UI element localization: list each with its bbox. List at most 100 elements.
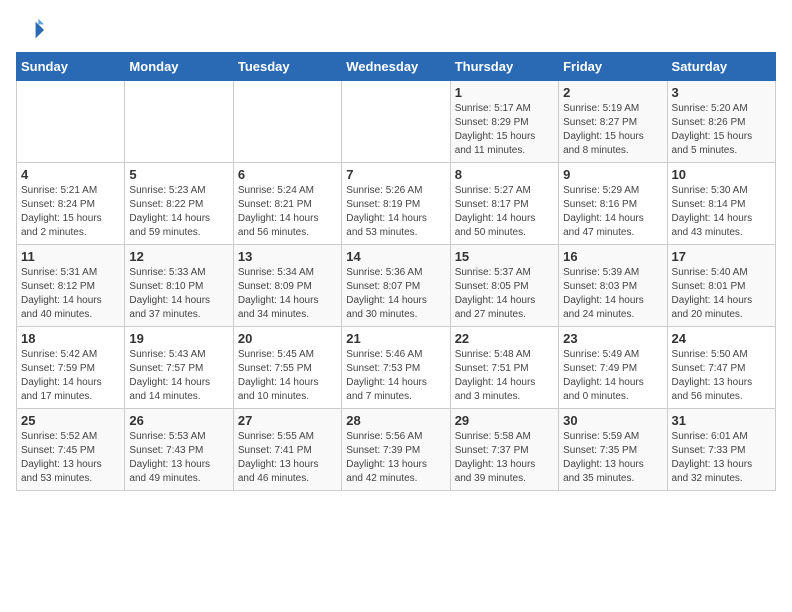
calendar-cell: 12 Sunrise: 5:33 AM Sunset: 8:10 PM Dayli… bbox=[125, 245, 233, 327]
calendar-cell: 28 Sunrise: 5:56 AM Sunset: 7:39 PM Dayli… bbox=[342, 409, 450, 491]
logo bbox=[16, 16, 48, 44]
calendar-cell: 30Sunrise: 5:59 AM Sunset: 7:35 PM Dayli… bbox=[559, 409, 667, 491]
day-number: 10 bbox=[672, 167, 771, 182]
calendar-cell: 2Sunrise: 5:19 AM Sunset: 8:27 PM Daylig… bbox=[559, 81, 667, 163]
day-number: 14 bbox=[346, 249, 445, 264]
day-info: Sunrise: 5:20 AM Sunset: 8:26 PM Dayligh… bbox=[672, 102, 771, 158]
day-info: Sunrise: 5:43 AM Sunset: 7:57 PM Dayligh… bbox=[129, 348, 228, 404]
calendar-cell: 20 Sunrise: 5:45 AM Sunset: 7:55 PM Dayli… bbox=[233, 327, 341, 409]
calendar-cell: 1 Sunrise: 5:17 AM Sunset: 8:29 PM Daylig… bbox=[450, 81, 558, 163]
day-number: 9 bbox=[563, 167, 662, 182]
day-number: 3 bbox=[672, 85, 771, 100]
calendar-cell: 25Sunrise: 5:52 AM Sunset: 7:45 PM Dayli… bbox=[17, 409, 125, 491]
calendar-cell: 15Sunrise: 5:37 AM Sunset: 8:05 PM Dayli… bbox=[450, 245, 558, 327]
day-info: Sunrise: 5:17 AM Sunset: 8:29 PM Dayligh… bbox=[455, 102, 554, 158]
day-number: 1 bbox=[455, 85, 554, 100]
day-info: Sunrise: 5:49 AM Sunset: 7:49 PM Dayligh… bbox=[563, 348, 662, 404]
day-number: 20 bbox=[238, 331, 337, 346]
calendar-cell: 7 Sunrise: 5:26 AM Sunset: 8:19 PM Daylig… bbox=[342, 163, 450, 245]
day-info: Sunrise: 5:23 AM Sunset: 8:22 PM Dayligh… bbox=[129, 184, 228, 240]
calendar-cell: 5 Sunrise: 5:23 AM Sunset: 8:22 PM Daylig… bbox=[125, 163, 233, 245]
calendar-week-row: 11 Sunrise: 5:31 AM Sunset: 8:12 PM Dayli… bbox=[17, 245, 776, 327]
day-info: Sunrise: 5:30 AM Sunset: 8:14 PM Dayligh… bbox=[672, 184, 771, 240]
day-info: Sunrise: 5:42 AM Sunset: 7:59 PM Dayligh… bbox=[21, 348, 120, 404]
calendar-header-tuesday: Tuesday bbox=[233, 53, 341, 81]
day-number: 18 bbox=[21, 331, 120, 346]
calendar-table: SundayMondayTuesdayWednesdayThursdayFrid… bbox=[16, 52, 776, 491]
calendar-cell: 23 Sunrise: 5:49 AM Sunset: 7:49 PM Dayli… bbox=[559, 327, 667, 409]
calendar-cell: 9 Sunrise: 5:29 AM Sunset: 8:16 PM Daylig… bbox=[559, 163, 667, 245]
day-number: 28 bbox=[346, 413, 445, 428]
day-info: Sunrise: 5:26 AM Sunset: 8:19 PM Dayligh… bbox=[346, 184, 445, 240]
calendar-header-monday: Monday bbox=[125, 53, 233, 81]
day-number: 7 bbox=[346, 167, 445, 182]
calendar-cell: 6 Sunrise: 5:24 AM Sunset: 8:21 PM Daylig… bbox=[233, 163, 341, 245]
day-number: 12 bbox=[129, 249, 228, 264]
day-info: Sunrise: 5:56 AM Sunset: 7:39 PM Dayligh… bbox=[346, 430, 445, 486]
calendar-cell bbox=[17, 81, 125, 163]
calendar-cell: 22 Sunrise: 5:48 AM Sunset: 7:51 PM Dayli… bbox=[450, 327, 558, 409]
day-number: 6 bbox=[238, 167, 337, 182]
day-info: Sunrise: 5:37 AM Sunset: 8:05 PM Dayligh… bbox=[455, 266, 554, 322]
calendar-cell: 4 Sunrise: 5:21 AM Sunset: 8:24 PM Daylig… bbox=[17, 163, 125, 245]
day-info: Sunrise: 5:40 AM Sunset: 8:01 PM Dayligh… bbox=[672, 266, 771, 322]
calendar-cell: 16 Sunrise: 5:39 AM Sunset: 8:03 PM Dayli… bbox=[559, 245, 667, 327]
calendar-header-wednesday: Wednesday bbox=[342, 53, 450, 81]
calendar-cell: 14Sunrise: 5:36 AM Sunset: 8:07 PM Dayli… bbox=[342, 245, 450, 327]
calendar-week-row: 1 Sunrise: 5:17 AM Sunset: 8:29 PM Daylig… bbox=[17, 81, 776, 163]
day-number: 26 bbox=[129, 413, 228, 428]
day-number: 30 bbox=[563, 413, 662, 428]
calendar-cell: 21 Sunrise: 5:46 AM Sunset: 7:53 PM Dayli… bbox=[342, 327, 450, 409]
calendar-cell bbox=[233, 81, 341, 163]
calendar-header-sunday: Sunday bbox=[17, 53, 125, 81]
calendar-cell: 3 Sunrise: 5:20 AM Sunset: 8:26 PM Daylig… bbox=[667, 81, 775, 163]
header bbox=[16, 16, 776, 44]
calendar-header-row: SundayMondayTuesdayWednesdayThursdayFrid… bbox=[17, 53, 776, 81]
day-number: 13 bbox=[238, 249, 337, 264]
day-number: 27 bbox=[238, 413, 337, 428]
calendar-cell: 27 Sunrise: 5:55 AM Sunset: 7:41 PM Dayli… bbox=[233, 409, 341, 491]
day-number: 22 bbox=[455, 331, 554, 346]
day-info: Sunrise: 5:46 AM Sunset: 7:53 PM Dayligh… bbox=[346, 348, 445, 404]
day-info: Sunrise: 5:31 AM Sunset: 8:12 PM Dayligh… bbox=[21, 266, 120, 322]
day-number: 16 bbox=[563, 249, 662, 264]
calendar-header-thursday: Thursday bbox=[450, 53, 558, 81]
day-info: Sunrise: 5:33 AM Sunset: 8:10 PM Dayligh… bbox=[129, 266, 228, 322]
day-number: 11 bbox=[21, 249, 120, 264]
day-number: 4 bbox=[21, 167, 120, 182]
day-info: Sunrise: 5:53 AM Sunset: 7:43 PM Dayligh… bbox=[129, 430, 228, 486]
calendar-week-row: 25Sunrise: 5:52 AM Sunset: 7:45 PM Dayli… bbox=[17, 409, 776, 491]
calendar-cell: 11 Sunrise: 5:31 AM Sunset: 8:12 PM Dayli… bbox=[17, 245, 125, 327]
calendar-cell: 24 Sunrise: 5:50 AM Sunset: 7:47 PM Dayli… bbox=[667, 327, 775, 409]
calendar-cell: 26 Sunrise: 5:53 AM Sunset: 7:43 PM Dayli… bbox=[125, 409, 233, 491]
day-info: Sunrise: 5:39 AM Sunset: 8:03 PM Dayligh… bbox=[563, 266, 662, 322]
calendar-cell: 10 Sunrise: 5:30 AM Sunset: 8:14 PM Dayli… bbox=[667, 163, 775, 245]
day-info: Sunrise: 5:29 AM Sunset: 8:16 PM Dayligh… bbox=[563, 184, 662, 240]
day-info: Sunrise: 5:21 AM Sunset: 8:24 PM Dayligh… bbox=[21, 184, 120, 240]
day-number: 19 bbox=[129, 331, 228, 346]
day-info: Sunrise: 6:01 AM Sunset: 7:33 PM Dayligh… bbox=[672, 430, 771, 486]
day-number: 24 bbox=[672, 331, 771, 346]
day-info: Sunrise: 5:50 AM Sunset: 7:47 PM Dayligh… bbox=[672, 348, 771, 404]
day-info: Sunrise: 5:52 AM Sunset: 7:45 PM Dayligh… bbox=[21, 430, 120, 486]
calendar-cell: 8Sunrise: 5:27 AM Sunset: 8:17 PM Daylig… bbox=[450, 163, 558, 245]
day-number: 31 bbox=[672, 413, 771, 428]
day-number: 5 bbox=[129, 167, 228, 182]
day-info: Sunrise: 5:45 AM Sunset: 7:55 PM Dayligh… bbox=[238, 348, 337, 404]
day-info: Sunrise: 5:48 AM Sunset: 7:51 PM Dayligh… bbox=[455, 348, 554, 404]
calendar-week-row: 18 Sunrise: 5:42 AM Sunset: 7:59 PM Dayli… bbox=[17, 327, 776, 409]
calendar-cell: 19 Sunrise: 5:43 AM Sunset: 7:57 PM Dayli… bbox=[125, 327, 233, 409]
day-number: 29 bbox=[455, 413, 554, 428]
calendar-cell: 31 Sunrise: 6:01 AM Sunset: 7:33 PM Dayli… bbox=[667, 409, 775, 491]
day-number: 23 bbox=[563, 331, 662, 346]
calendar-cell: 17Sunrise: 5:40 AM Sunset: 8:01 PM Dayli… bbox=[667, 245, 775, 327]
day-info: Sunrise: 5:55 AM Sunset: 7:41 PM Dayligh… bbox=[238, 430, 337, 486]
day-info: Sunrise: 5:19 AM Sunset: 8:27 PM Dayligh… bbox=[563, 102, 662, 158]
day-number: 8 bbox=[455, 167, 554, 182]
day-info: Sunrise: 5:58 AM Sunset: 7:37 PM Dayligh… bbox=[455, 430, 554, 486]
calendar-header-saturday: Saturday bbox=[667, 53, 775, 81]
logo-icon bbox=[16, 16, 44, 44]
calendar-cell: 18 Sunrise: 5:42 AM Sunset: 7:59 PM Dayli… bbox=[17, 327, 125, 409]
day-info: Sunrise: 5:24 AM Sunset: 8:21 PM Dayligh… bbox=[238, 184, 337, 240]
day-number: 21 bbox=[346, 331, 445, 346]
